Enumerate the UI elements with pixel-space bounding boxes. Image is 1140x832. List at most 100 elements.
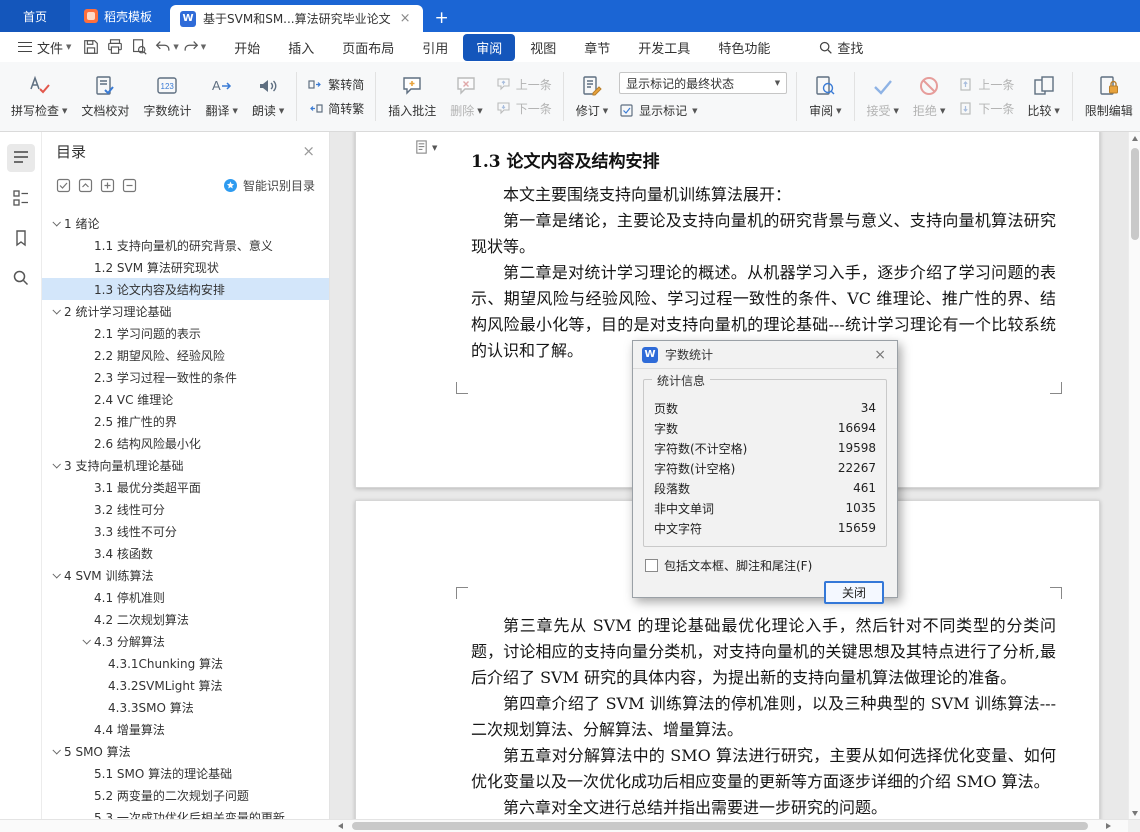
restrict-edit-button[interactable]: 限制编辑 [1078,71,1140,122]
collapse-all-icon[interactable] [122,178,137,193]
collapse-level-icon[interactable] [78,178,93,193]
menu-tab-1[interactable]: 开始 [221,34,273,61]
wordcount-button[interactable]: 123 字数统计 [136,71,198,122]
chevron-down-icon[interactable] [78,638,94,644]
chevron-down-icon[interactable] [48,220,64,226]
toc-item[interactable]: 5.3 一次成功优化后相关变量的更新 [42,806,329,820]
menu-tab-6[interactable]: 视图 [517,34,569,61]
chevron-down-icon[interactable]: ▼ [201,43,206,51]
stat-label: 非中文单词 [654,501,715,516]
toc-item[interactable]: 3 支持向量机理论基础 [42,454,329,476]
new-tab-button[interactable]: + [435,5,449,32]
outline-panel-icon[interactable] [6,144,35,172]
chevron-down-icon[interactable] [48,308,64,314]
toc-item[interactable]: 3.2 线性可分 [42,498,329,520]
toc-item[interactable]: 1.3 论文内容及结构安排 [42,278,329,300]
toc-item[interactable]: 2.1 学习问题的表示 [42,322,329,344]
menu-tab-5[interactable]: 审阅 [463,33,516,61]
toc-item[interactable]: 2.5 推广性的界 [42,410,329,432]
print-preview-button[interactable] [127,36,151,58]
toc-item[interactable]: 2.6 结构风险最小化 [42,432,329,454]
print-button[interactable] [103,36,127,58]
menu-tab-7[interactable]: 章节 [571,34,623,61]
expand-all-icon[interactable] [100,178,115,193]
close-button[interactable]: 关闭 [824,581,884,604]
toc-item[interactable]: 2.2 期望风险、经验风险 [42,344,329,366]
toc-item[interactable]: 5.2 两变量的二次规划子问题 [42,784,329,806]
trad-to-simp-button[interactable]: 繁转简 [302,74,370,95]
scroll-down-arrow[interactable] [1129,807,1140,819]
toc-item[interactable]: 2.4 VC 维理论 [42,388,329,410]
compare-button[interactable]: 比较 ▼ [1020,71,1066,122]
toc-item[interactable]: 1 绪论 [42,212,329,234]
word-count-dialog: W 字数统计 × 统计信息 页数 34 字数 16694 字符数(不计空格) 19598 字… [632,340,898,604]
track-changes-button[interactable]: 修订 ▼ [569,71,615,122]
vertical-scrollbar[interactable] [1128,132,1140,819]
proofread-button[interactable]: 文档校对 [74,71,136,122]
markup-state-select[interactable]: 显示标记的最终状态 ▼ [619,72,788,94]
chevron-down-icon[interactable] [48,572,64,578]
toc-item[interactable]: 4.3.2SVMLight 算法 [42,674,329,696]
translate-button[interactable]: A 翻译 ▼ [198,71,244,122]
horizontal-scrollbar[interactable] [0,819,1140,832]
include-textbox-checkbox[interactable] [645,559,658,572]
scroll-right-arrow[interactable] [1102,820,1115,832]
file-menu-button[interactable]: 文件 ▼ [10,35,79,60]
toc-item[interactable]: 5 SMO 算法 [42,740,329,762]
chevron-down-icon[interactable] [48,748,64,754]
horizontal-scroll-thumb[interactable] [352,822,1088,830]
toc-item[interactable]: 3.1 最优分类超平面 [42,476,329,498]
close-icon[interactable]: × [302,142,315,160]
margin-mark [1050,382,1062,394]
save-button[interactable] [79,36,103,58]
simp-to-trad-button[interactable]: 简转繁 [302,98,370,119]
chevron-down-icon[interactable]: ▼ [173,43,178,51]
dialog-titlebar[interactable]: W 字数统计 × [633,341,897,369]
toc-item[interactable]: 4.3.1Chunking 算法 [42,652,329,674]
toc-item[interactable]: 4.3.3SMO 算法 [42,696,329,718]
menu-tab-3[interactable]: 页面布局 [329,34,407,61]
paragraph: 第三章先从 SVM 的理论基础最优化理论入手，然后针对不同类型的分类问题，讨论相… [471,616,1056,687]
close-icon[interactable]: × [872,347,888,363]
spellcheck-button[interactable]: 拼写检查 ▼ [4,71,74,122]
menu-tab-2[interactable]: 插入 [275,34,327,61]
chevron-down-icon[interactable] [48,462,64,468]
search-panel-icon[interactable] [7,264,35,292]
read-aloud-button[interactable]: 朗读 ▼ [245,71,291,122]
toc-item[interactable]: 4 SVM 训练算法 [42,564,329,586]
show-markup-button[interactable]: 显示标记 ▼ [619,100,787,121]
home-tab[interactable]: 首页 [0,0,70,32]
vertical-scroll-thumb[interactable] [1131,148,1139,240]
smart-toc-button[interactable]: 智能识别目录 [223,177,315,194]
toc-item[interactable]: 5.1 SMO 算法的理论基础 [42,762,329,784]
bookmark-panel-icon[interactable] [7,224,35,252]
checklist-panel-icon[interactable] [7,184,35,212]
menu-tab-8[interactable]: 开发工具 [625,34,703,61]
scroll-up-arrow[interactable] [1129,132,1140,144]
toc-item[interactable]: 2.3 学习过程一致性的条件 [42,366,329,388]
stat-value: 34 [860,401,876,415]
comment-mode-button[interactable]: ▼ [414,139,437,156]
toc-item[interactable]: 3.4 核函数 [42,542,329,564]
document-tab[interactable]: W 基于SVM和SM...算法研究毕业论文 × [170,5,423,32]
review-button[interactable]: 审阅 ▼ [802,71,848,122]
toc-item[interactable]: 1.1 支持向量机的研究背景、意义 [42,234,329,256]
toc-item[interactable]: 1.2 SVM 算法研究现状 [42,256,329,278]
toc-item[interactable]: 3.3 线性不可分 [42,520,329,542]
toc-item[interactable]: 4.1 停机准则 [42,586,329,608]
select-headings-icon[interactable] [56,178,71,193]
search-button[interactable]: 查找 [818,38,863,57]
toc-item[interactable]: 2 统计学习理论基础 [42,300,329,322]
toc-item[interactable]: 4.3 分解算法 [42,630,329,652]
close-tab-icon[interactable]: × [398,11,413,26]
simp-to-trad-label: 简转繁 [328,102,365,116]
toc-item[interactable]: 4.4 增量算法 [42,718,329,740]
insert-comment-button[interactable]: 插入批注 [381,71,443,122]
toc-item[interactable]: 4.2 二次规划算法 [42,608,329,630]
scroll-left-arrow[interactable] [334,820,347,832]
undo-button[interactable] [151,36,175,58]
menu-tab-9[interactable]: 特色功能 [705,34,783,61]
menu-tab-4[interactable]: 引用 [409,34,461,61]
docer-tab[interactable]: 稻壳模板 [70,0,166,32]
redo-button[interactable] [179,36,203,58]
